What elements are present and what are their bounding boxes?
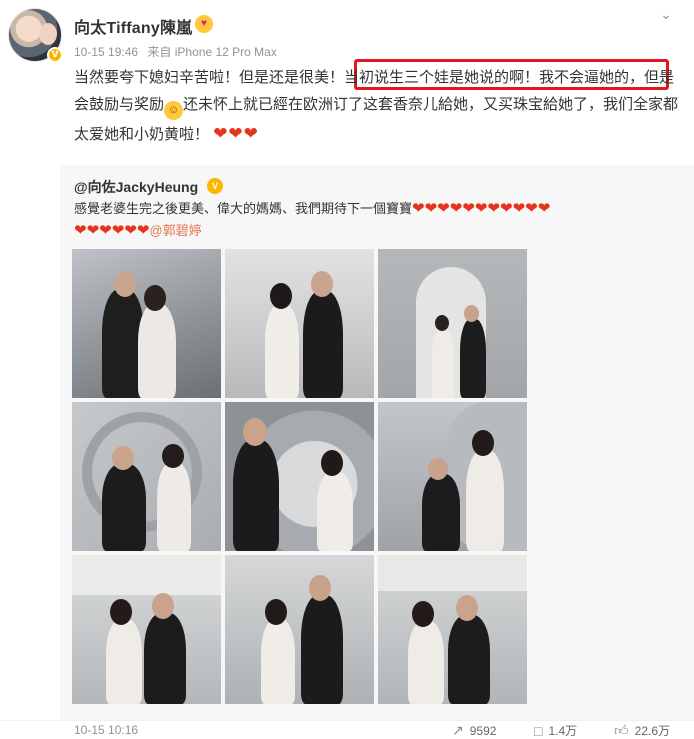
share-count: 9592: [469, 723, 497, 738]
photo-thumbnail[interactable]: [72, 249, 221, 398]
source-label: 来自: [147, 45, 172, 59]
heart-eyes-emoji-icon: ♥: [195, 15, 213, 33]
post-source: iPhone 12 Pro Max: [174, 45, 277, 59]
chevron-down-icon[interactable]: ⌄: [656, 6, 676, 22]
post-text-part3: 还未怀上就已經在欧洲订了这套香奈儿給她，又买珠宝給她了，我们全家都太爱她和小奶黄…: [74, 96, 679, 143]
photo-thumbnail[interactable]: [72, 555, 221, 704]
repost-text-body: 感覺老婆生完之後更美、偉大的媽媽、我們期待下一個寶寶: [74, 201, 413, 216]
photo-thumbnail[interactable]: [72, 402, 221, 551]
comment-button[interactable]: □ 1.4万: [534, 722, 577, 739]
photo-thumbnail[interactable]: [378, 402, 527, 551]
like-count: 22.6万: [634, 724, 670, 738]
verified-badge-icon: V: [47, 47, 63, 63]
share-button[interactable]: ↗ 9592: [452, 722, 496, 739]
verified-badge-icon: V: [207, 178, 223, 194]
post-meta: 10-15 19:46 来自 iPhone 12 Pro Max: [74, 43, 277, 60]
photo-thumbnail[interactable]: [378, 249, 527, 398]
like-button[interactable]: 👍︎ 22.6万: [614, 722, 670, 739]
photo-thumbnail[interactable]: [225, 555, 374, 704]
footer-divider: [0, 720, 694, 721]
author-name[interactable]: 向太Tiffany陳嵐: [74, 14, 192, 38]
repost-card[interactable]: @向佐JackyHeung V 感覺老婆生完之後更美、偉大的媽媽、我們期待下一個…: [60, 165, 694, 720]
repost-hearts-1: ❤❤❤❤❤❤❤❤❤❤❤: [412, 200, 551, 217]
share-icon: ↗: [452, 722, 464, 738]
repost-hearts-2: ❤❤❤❤❤❤: [74, 222, 150, 239]
repost-text: 感覺老婆生完之後更美、偉大的媽媽、我們期待下一個寶寶❤❤❤❤❤❤❤❤❤❤❤ ❤❤…: [74, 198, 684, 242]
photo-thumbnail[interactable]: [225, 402, 374, 551]
photo-thumbnail[interactable]: [378, 555, 527, 704]
laugh-emoji-icon: ☺: [164, 101, 184, 120]
heart-emojis: ❤❤❤: [213, 124, 259, 143]
weibo-post: V 向太Tiffany陳嵐 ♥ 10-15 19:46 来自 iPhone 12…: [0, 0, 694, 739]
repost-author[interactable]: @向佐JackyHeung: [74, 177, 198, 197]
post-text-highlight: 当初说生三个娃是她说的啊！我不会逼她的，: [344, 69, 645, 86]
photo-thumbnail[interactable]: [225, 249, 374, 398]
photo-grid: [72, 249, 528, 705]
mention-link[interactable]: @郭碧婷: [149, 223, 201, 238]
repost-time[interactable]: 10-15 10:16: [74, 723, 138, 737]
post-text: 当然要夸下媳妇辛苦啦！但是还是很美！当初说生三个娃是她说的啊！我不会逼她的，但是…: [74, 64, 680, 148]
like-icon: 👍︎: [614, 722, 629, 738]
post-time[interactable]: 10-15 19:46: [74, 45, 138, 59]
comment-icon: □: [534, 722, 543, 739]
post-text-part1: 当然要夸下媳妇辛苦啦！但是还是很美！: [74, 69, 345, 86]
comment-count: 1.4万: [548, 724, 578, 738]
